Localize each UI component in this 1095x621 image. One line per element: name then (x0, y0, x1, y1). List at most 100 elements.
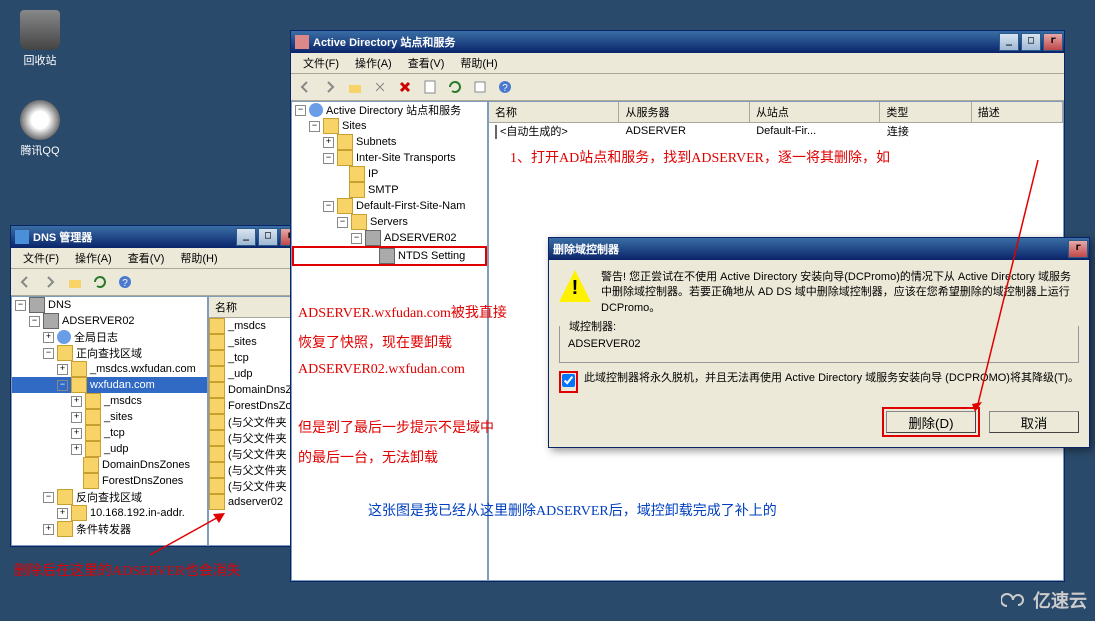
expand-toggle[interactable]: − (43, 492, 54, 503)
tree-item[interactable]: +_msdcs.wxfudan.com (12, 361, 207, 377)
expand-toggle[interactable]: + (71, 428, 82, 439)
tree-item[interactable]: SMTP (292, 182, 487, 198)
tree-item[interactable]: −Default-First-Site-Nam (292, 198, 487, 214)
tree-item[interactable]: +全局日志 (12, 329, 207, 345)
tree-item[interactable]: −Servers (292, 214, 487, 230)
back-button[interactable] (293, 75, 317, 99)
menu-view[interactable]: 查看(V) (120, 248, 173, 268)
delete-button[interactable]: 删除(D) (886, 411, 976, 433)
menu-file[interactable]: 文件(F) (15, 248, 67, 268)
cut-button[interactable] (368, 75, 392, 99)
expand-toggle[interactable]: − (337, 217, 348, 228)
tree-item[interactable]: −DNS (12, 297, 207, 313)
dns-list[interactable]: 名称 _msdcs_sites_tcp_udpDomainDnsZonesFor… (208, 296, 301, 546)
list-item[interactable]: DomainDnsZones (209, 382, 300, 398)
expand-toggle[interactable]: + (57, 364, 68, 375)
titlebar[interactable]: Active Directory 站点和服务 _ □ r (291, 31, 1064, 53)
menu-file[interactable]: 文件(F) (295, 53, 347, 73)
help-button[interactable]: ? (493, 75, 517, 99)
menu-help[interactable]: 帮助(H) (452, 53, 505, 73)
tree-item[interactable]: −反向查找区域 (12, 489, 207, 505)
expand-toggle[interactable]: − (295, 105, 306, 116)
list-item[interactable]: (与父文件夹 (209, 414, 300, 430)
tree-item[interactable]: −Sites (292, 118, 487, 134)
expand-toggle[interactable]: + (323, 137, 334, 148)
column-header[interactable]: 名称 (489, 102, 619, 122)
col-name[interactable]: 名称 (209, 297, 300, 317)
list-item[interactable]: (与父文件夹 (209, 446, 300, 462)
list-item[interactable]: _msdcs (209, 318, 300, 334)
menu-view[interactable]: 查看(V) (400, 53, 453, 73)
dialog-titlebar[interactable]: 删除域控制器 r (549, 238, 1089, 260)
tree-item[interactable]: −wxfudan.com (12, 377, 207, 393)
tree-item[interactable]: +_msdcs (12, 393, 207, 409)
refresh-button[interactable] (443, 75, 467, 99)
expand-toggle[interactable]: + (71, 444, 82, 455)
maximize-button[interactable]: □ (258, 228, 278, 246)
tree-item[interactable]: ForestDnsZones (12, 473, 207, 489)
export-button[interactable] (468, 75, 492, 99)
minimize-button[interactable]: _ (999, 33, 1019, 51)
menu-action[interactable]: 操作(A) (67, 248, 120, 268)
expand-toggle[interactable]: − (323, 153, 334, 164)
column-header[interactable]: 描述 (972, 102, 1063, 122)
expand-toggle[interactable]: − (323, 201, 334, 212)
properties-button[interactable] (418, 75, 442, 99)
expand-toggle[interactable]: + (71, 412, 82, 423)
expand-toggle[interactable]: + (43, 332, 54, 343)
tree-item[interactable]: DomainDnsZones (12, 457, 207, 473)
cancel-button[interactable]: 取消 (989, 411, 1079, 433)
maximize-button[interactable]: □ (1021, 33, 1041, 51)
up-button[interactable] (343, 75, 367, 99)
tree-item[interactable]: −ADSERVER02 (12, 313, 207, 329)
list-item[interactable]: ForestDnsZones (209, 398, 300, 414)
back-button[interactable] (13, 270, 37, 294)
tree-item[interactable]: −Active Directory 站点和服务 (292, 102, 487, 118)
tree-item[interactable]: +_tcp (12, 425, 207, 441)
tree-item[interactable]: +条件转发器 (12, 521, 207, 537)
list-item[interactable]: _tcp (209, 350, 300, 366)
dns-tree[interactable]: −DNS−ADSERVER02+全局日志−正向查找区域+_msdcs.wxfud… (11, 296, 208, 546)
dialog-close-button[interactable]: r (1068, 240, 1088, 258)
expand-toggle[interactable]: + (71, 396, 82, 407)
desktop-icon-recycle[interactable]: 回收站 (10, 10, 70, 68)
desktop-icon-qq[interactable]: 腾讯QQ (10, 100, 70, 158)
column-header[interactable]: 从服务器 (619, 102, 749, 122)
expand-toggle[interactable]: − (29, 316, 40, 327)
list-item[interactable]: _sites (209, 334, 300, 350)
list-item[interactable]: (与父文件夹 (209, 462, 300, 478)
tree-item[interactable]: +_udp (12, 441, 207, 457)
list-row[interactable]: <自动生成的>ADSERVERDefault-Fir...连接 (489, 123, 1063, 139)
expand-toggle[interactable]: − (43, 348, 54, 359)
tree-item[interactable]: −正向查找区域 (12, 345, 207, 361)
titlebar[interactable]: DNS 管理器 _ □ r (11, 226, 301, 248)
tree-item[interactable]: −Inter-Site Transports (292, 150, 487, 166)
tree-item[interactable]: +10.168.192.in-addr. (12, 505, 207, 521)
forward-button[interactable] (38, 270, 62, 294)
list-item[interactable]: (与父文件夹 (209, 478, 300, 494)
close-button[interactable]: r (1043, 33, 1063, 51)
delete-button[interactable] (393, 75, 417, 99)
up-button[interactable] (63, 270, 87, 294)
expand-toggle[interactable]: + (43, 524, 54, 535)
menu-action[interactable]: 操作(A) (347, 53, 400, 73)
expand-toggle[interactable]: − (57, 380, 68, 391)
tree-item[interactable]: +Subnets (292, 134, 487, 150)
list-item[interactable]: (与父文件夹 (209, 430, 300, 446)
expand-toggle[interactable]: − (309, 121, 320, 132)
expand-toggle[interactable]: − (15, 300, 26, 311)
tree-item[interactable]: +_sites (12, 409, 207, 425)
expand-toggle[interactable]: − (351, 233, 362, 244)
permanent-offline-checkbox[interactable] (562, 374, 575, 387)
minimize-button[interactable]: _ (236, 228, 256, 246)
tree-item[interactable]: NTDS Setting (292, 246, 487, 266)
list-item[interactable]: adserver02 (209, 494, 300, 510)
column-header[interactable]: 类型 (880, 102, 971, 122)
expand-toggle[interactable]: + (57, 508, 68, 519)
tree-item[interactable]: −ADSERVER02 (292, 230, 487, 246)
help-button[interactable]: ? (113, 270, 137, 294)
column-header[interactable]: 从站点 (750, 102, 880, 122)
tree-item[interactable]: IP (292, 166, 487, 182)
list-item[interactable]: _udp (209, 366, 300, 382)
menu-help[interactable]: 帮助(H) (172, 248, 225, 268)
